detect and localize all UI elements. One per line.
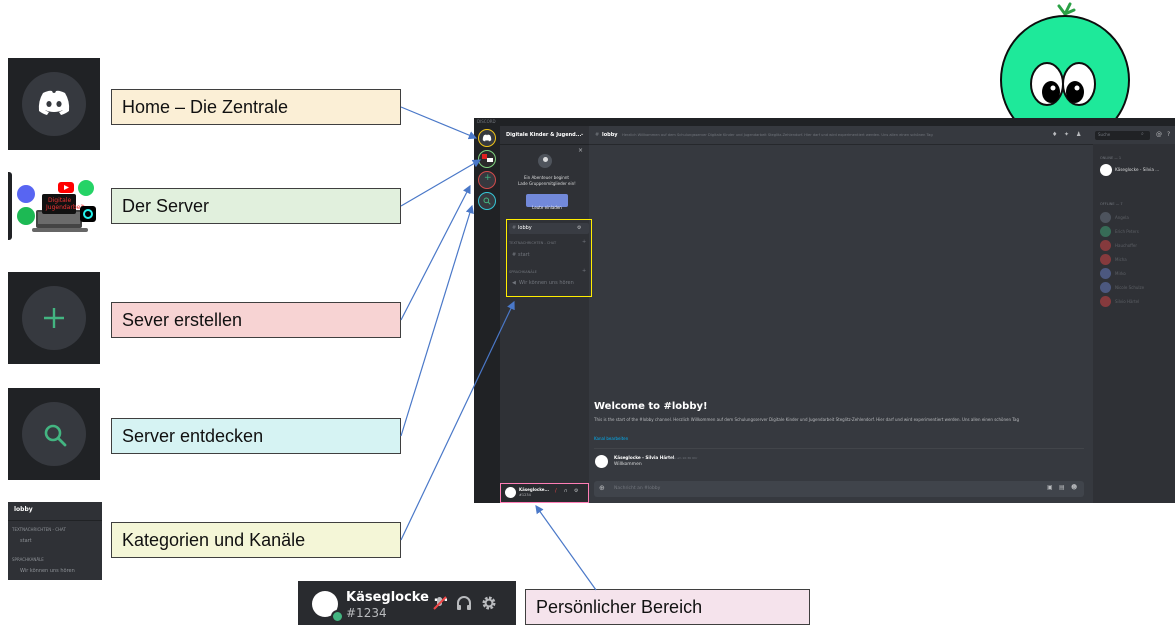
arrow-home bbox=[400, 106, 478, 140]
arrow-create bbox=[400, 184, 471, 321]
arrow-personal bbox=[535, 505, 597, 591]
arrow-server bbox=[400, 159, 482, 207]
arrow-categories bbox=[400, 300, 515, 541]
callout-arrows bbox=[400, 106, 597, 591]
arrow-discover bbox=[400, 204, 474, 437]
